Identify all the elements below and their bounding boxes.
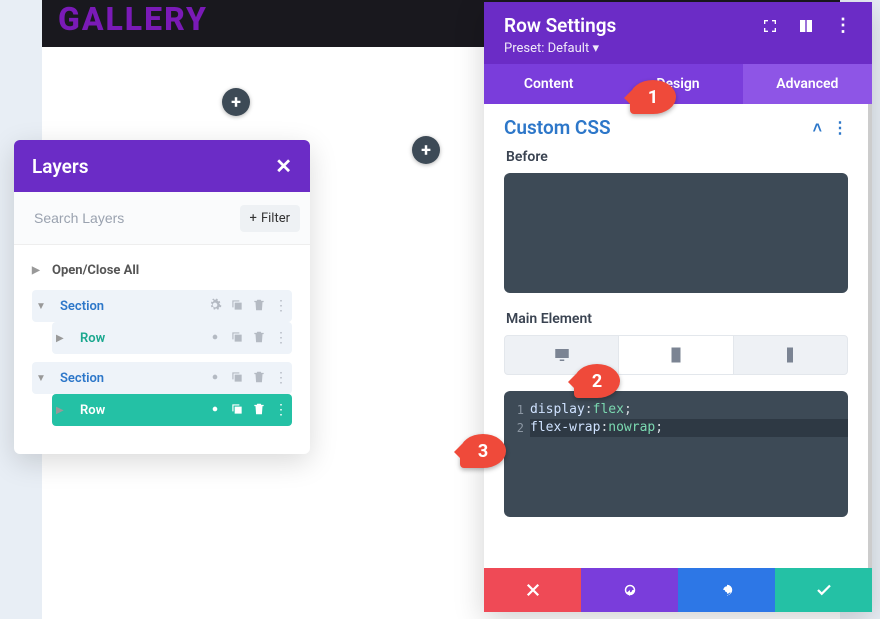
node-actions: ⋮ bbox=[208, 298, 288, 314]
columns-icon[interactable] bbox=[798, 18, 814, 34]
desktop-icon bbox=[553, 346, 571, 364]
callout-marker: 3 bbox=[460, 434, 506, 468]
dots-icon[interactable]: ⋮ bbox=[832, 118, 848, 138]
settings-body: Custom CSS ˄ ⋮ Before Main Element 1 2 bbox=[484, 104, 872, 568]
undo-button[interactable] bbox=[581, 568, 678, 612]
chevron-down-icon: ▾ bbox=[589, 41, 599, 56]
settings-title: Row Settings bbox=[504, 14, 616, 37]
row-node[interactable]: ▶ Row ⋮ bbox=[52, 322, 292, 354]
row-node-active[interactable]: ▶ Row ⋮ bbox=[52, 394, 292, 426]
callout-marker: 2 bbox=[574, 364, 620, 398]
node-actions: ⋮ bbox=[208, 370, 288, 386]
settings-header: Row Settings ⋮ Preset: Default ▾ bbox=[484, 2, 872, 64]
close-icon bbox=[524, 581, 542, 599]
chevron-down-icon: ▼ bbox=[36, 373, 48, 384]
open-close-all[interactable]: ▶ Open/Close All bbox=[32, 257, 292, 290]
trash-icon[interactable] bbox=[252, 402, 266, 416]
layers-search-row: + Filter bbox=[14, 192, 310, 245]
dots-icon[interactable]: ⋮ bbox=[274, 330, 288, 346]
section-node[interactable]: ▼ Section ⋮ bbox=[32, 362, 292, 394]
row-settings-panel: Row Settings ⋮ Preset: Default ▾ Content… bbox=[484, 2, 872, 612]
close-icon[interactable]: ✕ bbox=[275, 154, 292, 178]
redo-icon bbox=[718, 581, 736, 599]
dots-icon[interactable]: ⋮ bbox=[274, 402, 288, 418]
code-gutter: 1 2 bbox=[504, 401, 530, 507]
dots-icon[interactable]: ⋮ bbox=[274, 298, 288, 314]
duplicate-icon[interactable] bbox=[230, 402, 244, 416]
redo-button[interactable] bbox=[678, 568, 775, 612]
plus-icon: + bbox=[250, 211, 257, 226]
main-element-label: Main Element bbox=[506, 311, 848, 327]
trash-icon[interactable] bbox=[252, 298, 266, 312]
tab-advanced[interactable]: Advanced bbox=[743, 64, 872, 104]
node-actions: ⋮ bbox=[208, 330, 288, 346]
undo-icon bbox=[621, 581, 639, 599]
tablet-icon bbox=[667, 346, 685, 364]
duplicate-icon[interactable] bbox=[230, 298, 244, 312]
section-node[interactable]: ▼ Section ⋮ bbox=[32, 290, 292, 322]
section-title[interactable]: Custom CSS bbox=[504, 116, 611, 139]
filter-button[interactable]: + Filter bbox=[240, 205, 300, 232]
trash-icon[interactable] bbox=[252, 330, 266, 344]
trash-icon[interactable] bbox=[252, 370, 266, 384]
add-module-button[interactable]: + bbox=[412, 136, 440, 164]
preset-label[interactable]: Preset: Default ▾ bbox=[504, 41, 852, 56]
layers-tree: ▶ Open/Close All ▼ Section ⋮ ▶ Row ⋮ bbox=[14, 245, 310, 454]
chevron-up-icon[interactable]: ˄ bbox=[813, 118, 822, 138]
duplicate-icon[interactable] bbox=[230, 330, 244, 344]
main-code-editor[interactable]: 1 2 display:flex; flex-wrap:nowrap; bbox=[504, 391, 848, 517]
gear-icon[interactable] bbox=[208, 402, 222, 416]
dots-icon[interactable]: ⋮ bbox=[274, 370, 288, 386]
settings-tabs: Content Design Advanced bbox=[484, 64, 872, 104]
layers-header: Layers ✕ bbox=[14, 140, 310, 192]
code-lines: display:flex; flex-wrap:nowrap; bbox=[530, 401, 848, 507]
chevron-right-icon: ▶ bbox=[56, 405, 68, 416]
search-input[interactable] bbox=[24, 202, 232, 234]
chevron-right-icon: ▶ bbox=[32, 265, 44, 276]
settings-footer bbox=[484, 568, 872, 612]
layers-title: Layers bbox=[32, 155, 88, 178]
layers-panel: Layers ✕ + Filter ▶ Open/Close All ▼ Sec… bbox=[14, 140, 310, 454]
chevron-down-icon: ▼ bbox=[36, 301, 48, 312]
check-icon bbox=[815, 581, 833, 599]
dots-icon[interactable]: ⋮ bbox=[834, 15, 852, 36]
close-button[interactable] bbox=[484, 568, 581, 612]
gear-icon[interactable] bbox=[208, 298, 222, 312]
save-button[interactable] bbox=[775, 568, 872, 612]
expand-icon[interactable] bbox=[762, 18, 778, 34]
device-toggle bbox=[504, 335, 848, 375]
tablet-device-button[interactable] bbox=[618, 336, 733, 374]
chevron-right-icon: ▶ bbox=[56, 333, 68, 344]
gallery-heading: GALLERY bbox=[58, 0, 208, 38]
phone-device-button[interactable] bbox=[734, 336, 847, 374]
before-label: Before bbox=[506, 149, 848, 165]
callout-marker: 1 bbox=[630, 80, 676, 114]
duplicate-icon[interactable] bbox=[230, 370, 244, 384]
filter-label: Filter bbox=[261, 211, 290, 226]
before-code-editor[interactable] bbox=[504, 173, 848, 293]
phone-icon bbox=[781, 346, 799, 364]
gear-icon[interactable] bbox=[208, 330, 222, 344]
node-actions: ⋮ bbox=[208, 402, 288, 418]
tab-content[interactable]: Content bbox=[484, 64, 613, 104]
add-module-button[interactable]: + bbox=[222, 88, 250, 116]
gear-icon[interactable] bbox=[208, 370, 222, 384]
